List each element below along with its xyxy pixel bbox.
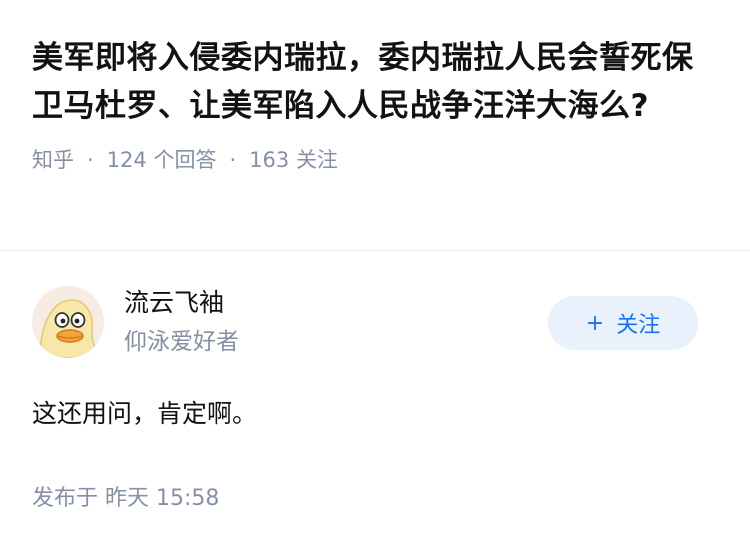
published-label: 发布于 xyxy=(32,486,99,511)
duck-avatar-icon xyxy=(32,286,104,358)
avatar[interactable] xyxy=(32,286,104,358)
question-title[interactable]: 美军即将入侵委内瑞拉，委内瑞拉人民会誓死保卫马杜罗、让美军陷入人民战争汪洋大海么… xyxy=(32,34,722,130)
author-name[interactable]: 流云飞袖 xyxy=(124,286,224,320)
question-meta: 知乎 · 124 个回答 · 163 关注 xyxy=(32,147,722,173)
question-header: 美军即将入侵委内瑞拉，委内瑞拉人民会誓死保卫马杜罗、让美军陷入人民战争汪洋大海么… xyxy=(32,34,722,173)
author-bio: 仰泳爱好者 xyxy=(124,329,239,355)
answer-timestamp: 发布于 昨天 15:58 xyxy=(32,485,718,513)
section-divider xyxy=(0,250,750,251)
follow-button[interactable]: + 关注 xyxy=(548,296,698,350)
author-row: 流云飞袖 仰泳爱好者 + 关注 xyxy=(32,284,718,360)
answer-content[interactable]: 这还用问，肯定啊。 xyxy=(32,396,718,432)
follower-count: 163 xyxy=(249,148,290,172)
answer-count: 124 xyxy=(106,148,147,172)
answer-card: 流云飞袖 仰泳爱好者 + 关注 这还用问，肯定啊。 发布于 昨天 15:58 xyxy=(32,284,718,513)
source-label: 知乎 xyxy=(32,148,74,172)
meta-separator: · xyxy=(229,148,237,172)
published-time: 昨天 15:58 xyxy=(105,486,220,511)
meta-separator: · xyxy=(87,148,94,172)
plus-icon: + xyxy=(585,310,605,336)
follower-count-label: 关注 xyxy=(295,148,338,172)
follow-button-label: 关注 xyxy=(616,313,661,338)
answer-count-label: 个回答 xyxy=(153,148,217,172)
